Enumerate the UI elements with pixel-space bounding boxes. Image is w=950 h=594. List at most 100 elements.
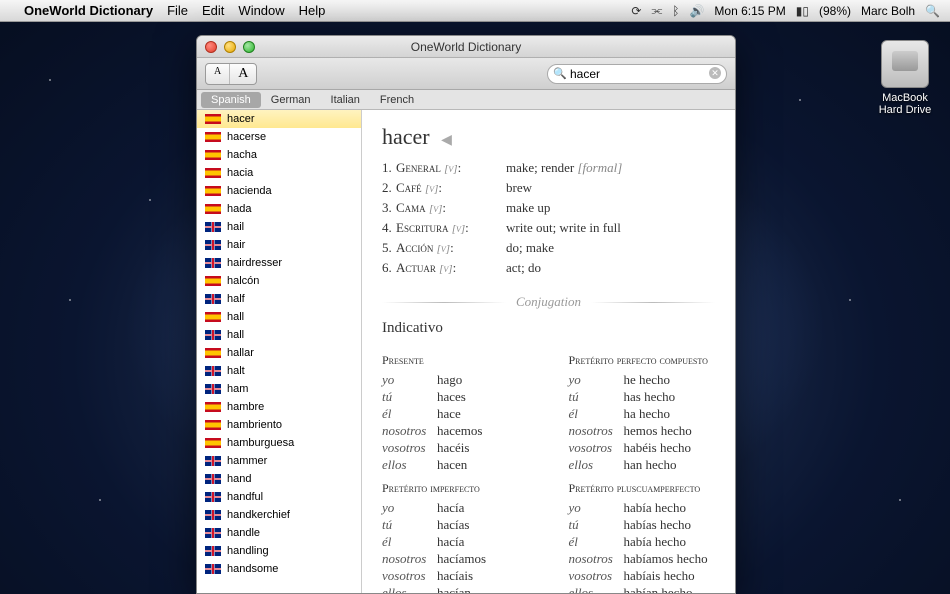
- tab-french[interactable]: French: [370, 92, 424, 108]
- conjugation-row: túhabías hecho: [569, 517, 716, 533]
- conjugation-heading: Conjugation: [516, 294, 581, 310]
- menu-edit[interactable]: Edit: [202, 3, 224, 18]
- list-item[interactable]: ham: [197, 380, 361, 398]
- pronoun: tú: [382, 517, 437, 533]
- verb-form: habían hecho: [624, 585, 693, 593]
- conjugation-row: nosotroshacemos: [382, 423, 529, 439]
- menu-file[interactable]: File: [167, 3, 188, 18]
- list-item[interactable]: hairdresser: [197, 254, 361, 272]
- list-item[interactable]: halcón: [197, 272, 361, 290]
- list-item-word: hammer: [227, 455, 267, 467]
- list-item[interactable]: hair: [197, 236, 361, 254]
- drive-label-2: Hard Drive: [870, 104, 940, 116]
- list-item[interactable]: half: [197, 290, 361, 308]
- list-item-word: halcón: [227, 275, 259, 287]
- definition-row: 3.Cama [v]:make up: [382, 200, 715, 216]
- pronounce-icon[interactable]: ◀: [441, 133, 452, 148]
- flag-gb-icon: [205, 492, 221, 502]
- list-item[interactable]: hall: [197, 308, 361, 326]
- flag-gb-icon: [205, 240, 221, 250]
- pronoun: nosotros: [569, 551, 624, 567]
- menu-help[interactable]: Help: [299, 3, 326, 18]
- menu-window[interactable]: Window: [238, 3, 284, 18]
- titlebar[interactable]: OneWorld Dictionary: [197, 36, 735, 58]
- list-item-word: hairdresser: [227, 257, 282, 269]
- flag-es-icon: [205, 132, 221, 142]
- list-item[interactable]: hall: [197, 326, 361, 344]
- pronoun: tú: [569, 389, 624, 405]
- conjugation-row: yohe hecho: [569, 372, 716, 388]
- word-list[interactable]: hacerhacersehachahaciahaciendahadahailha…: [197, 110, 362, 593]
- pronoun: yo: [382, 500, 437, 516]
- list-item[interactable]: hacerse: [197, 128, 361, 146]
- bluetooth-icon[interactable]: ᛒ: [672, 4, 679, 18]
- headword: hacer: [382, 124, 430, 149]
- minimize-button[interactable]: [224, 41, 236, 53]
- tab-german[interactable]: German: [261, 92, 321, 108]
- list-item[interactable]: hambriento: [197, 416, 361, 434]
- font-smaller-button[interactable]: A: [206, 64, 230, 84]
- list-item[interactable]: hacienda: [197, 182, 361, 200]
- app-menu[interactable]: OneWorld Dictionary: [24, 3, 153, 18]
- list-item[interactable]: hamburguesa: [197, 434, 361, 452]
- list-item[interactable]: hacer: [197, 110, 361, 128]
- list-item[interactable]: hambre: [197, 398, 361, 416]
- list-item[interactable]: hand: [197, 470, 361, 488]
- list-item[interactable]: handful: [197, 488, 361, 506]
- def-text: make; render [formal]: [506, 160, 622, 176]
- def-text: make up: [506, 200, 550, 216]
- flag-gb-icon: [205, 546, 221, 556]
- list-item[interactable]: handling: [197, 542, 361, 560]
- conjugation-row: vosotroshacíais: [382, 568, 529, 584]
- volume-icon[interactable]: 🔊: [689, 4, 704, 18]
- list-item[interactable]: hada: [197, 200, 361, 218]
- verb-form: hacías: [437, 517, 469, 533]
- desktop-drive[interactable]: MacBook Hard Drive: [870, 40, 940, 116]
- verb-form: habíamos hecho: [624, 551, 708, 567]
- list-item[interactable]: hacia: [197, 164, 361, 182]
- verb-form: hacíamos: [437, 551, 486, 567]
- list-item[interactable]: hammer: [197, 452, 361, 470]
- list-item[interactable]: handkerchief: [197, 506, 361, 524]
- list-item[interactable]: handle: [197, 524, 361, 542]
- search-input[interactable]: [547, 64, 727, 84]
- list-item[interactable]: hail: [197, 218, 361, 236]
- list-item[interactable]: hacha: [197, 146, 361, 164]
- list-item[interactable]: handsome: [197, 560, 361, 578]
- sync-icon[interactable]: ⟳: [631, 4, 641, 18]
- close-button[interactable]: [205, 41, 217, 53]
- verb-form: había hecho: [624, 500, 686, 516]
- flag-es-icon: [205, 114, 221, 124]
- spotlight-icon[interactable]: 🔍: [925, 4, 940, 18]
- list-item-word: hall: [227, 329, 244, 341]
- zoom-button[interactable]: [243, 41, 255, 53]
- conjugation-row: vosotroshabíais hecho: [569, 568, 716, 584]
- verb-form: hemos hecho: [624, 423, 692, 439]
- verb-form: había hecho: [624, 534, 686, 550]
- menubar: OneWorld Dictionary File Edit Window Hel…: [0, 0, 950, 22]
- list-item[interactable]: halt: [197, 362, 361, 380]
- tab-italian[interactable]: Italian: [321, 92, 370, 108]
- font-size-control: A A: [205, 63, 257, 85]
- menubar-clock[interactable]: Mon 6:15 PM: [714, 4, 785, 18]
- flag-gb-icon: [205, 528, 221, 538]
- link-icon[interactable]: ⫘: [651, 3, 662, 18]
- verb-form: hacían: [437, 585, 471, 593]
- pronoun: yo: [569, 372, 624, 388]
- flag-gb-icon: [205, 366, 221, 376]
- menubar-user[interactable]: Marc Bolh: [861, 4, 915, 18]
- flag-es-icon: [205, 312, 221, 322]
- battery-icon[interactable]: ▮▯: [796, 4, 809, 18]
- entry-pane[interactable]: hacer ◀ 1.General [v]:make; render [form…: [362, 110, 735, 593]
- mood-heading: Indicativo: [382, 320, 715, 337]
- clear-search-icon[interactable]: ✕: [709, 67, 721, 79]
- list-item-word: handful: [227, 491, 263, 503]
- font-larger-button[interactable]: A: [230, 64, 256, 84]
- list-item[interactable]: hallar: [197, 344, 361, 362]
- verb-form: hago: [437, 372, 462, 388]
- conjugation-row: elloshabían hecho: [569, 585, 716, 593]
- hard-drive-icon: [881, 40, 929, 88]
- tab-spanish[interactable]: Spanish: [201, 92, 261, 108]
- flag-gb-icon: [205, 258, 221, 268]
- flag-gb-icon: [205, 222, 221, 232]
